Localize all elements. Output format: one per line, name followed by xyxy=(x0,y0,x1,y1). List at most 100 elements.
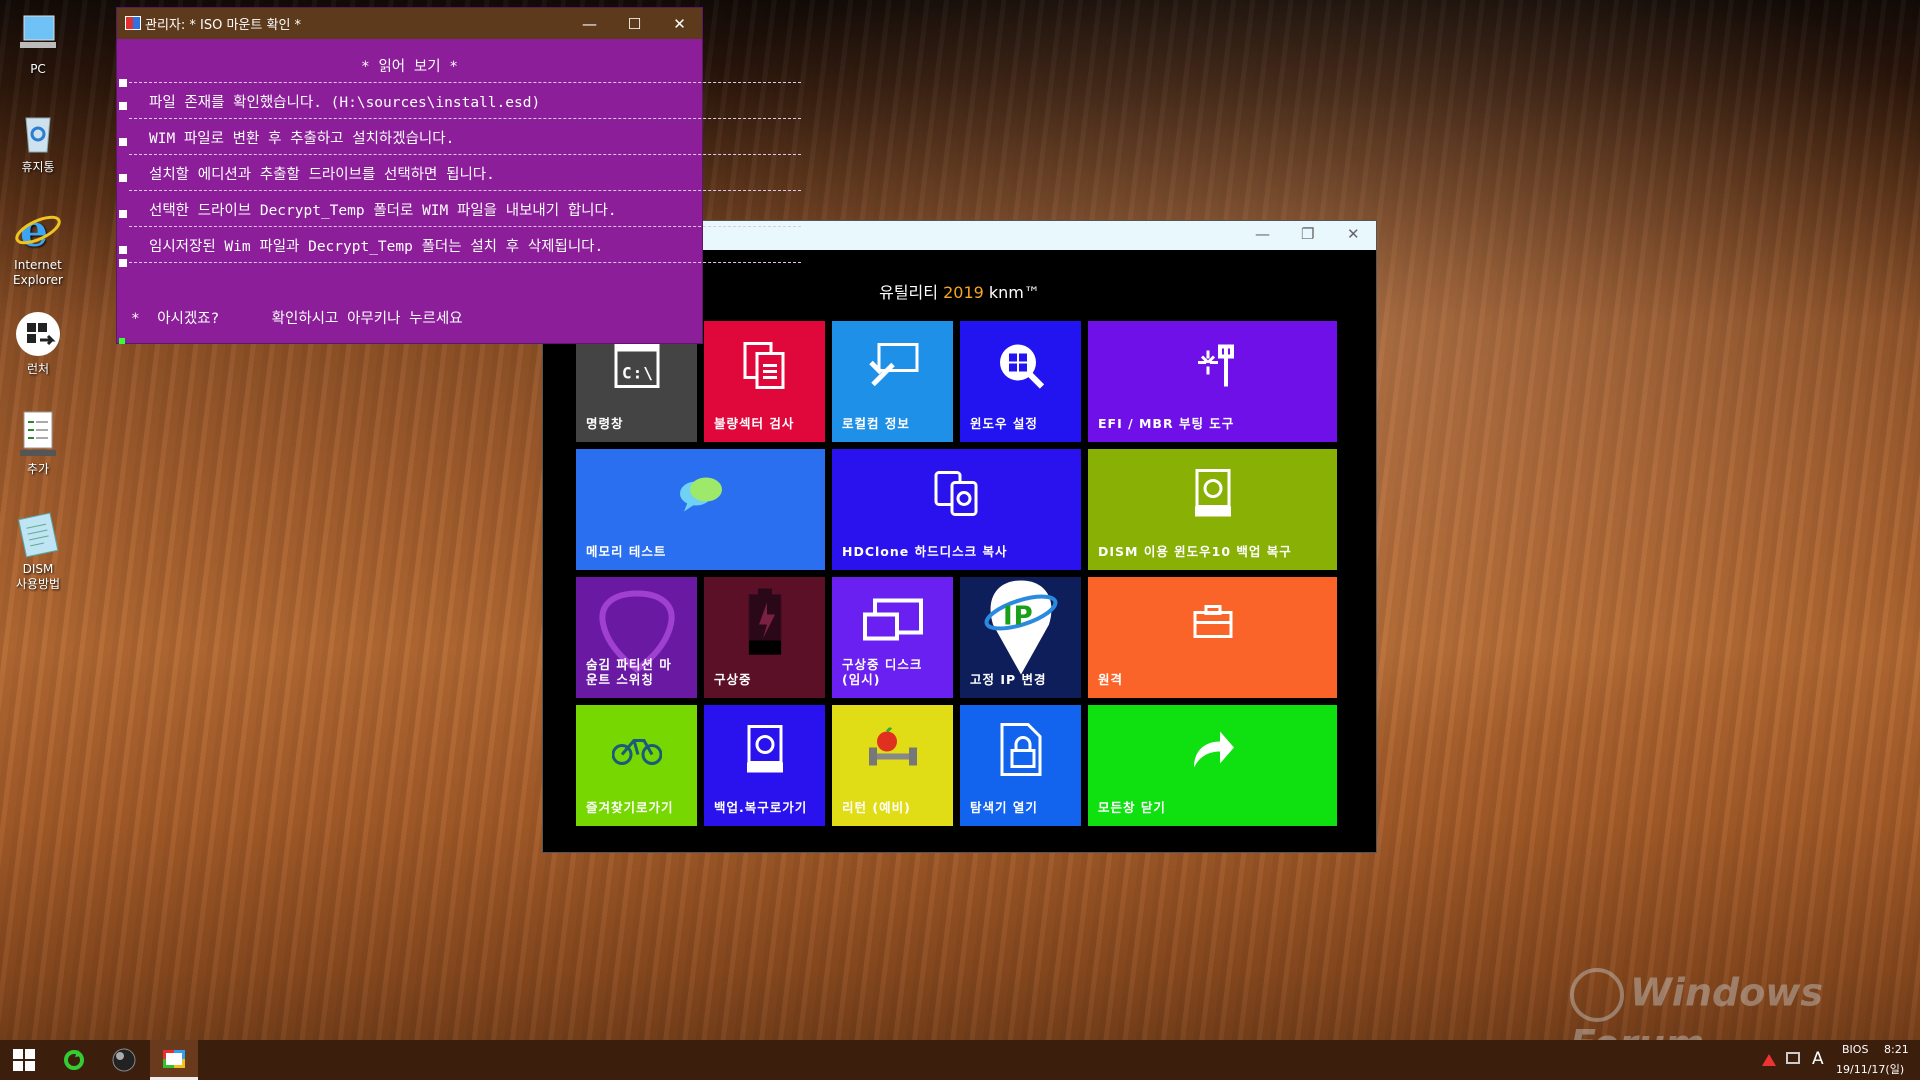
desktop-icon-label: Internet Explorer xyxy=(13,258,63,287)
tile-label: 원격 xyxy=(1098,672,1124,687)
tile-label: 리턴 (예비) xyxy=(842,800,911,815)
svg-text:e: e xyxy=(20,206,48,254)
separator xyxy=(129,118,801,119)
cmd-line: 선택한 드라이브 Decrypt_Temp 폴더로 WIM 파일을 내보내기 합… xyxy=(149,203,617,219)
tile-bicycle[interactable]: 즐겨찾기로가기 xyxy=(576,705,697,826)
close-button[interactable]: ✕ xyxy=(1347,225,1360,243)
tile-label: 불량섹터 검사 xyxy=(714,416,795,431)
tray-network-icon[interactable] xyxy=(1762,1052,1776,1066)
tile-backup-drive[interactable]: DISM 이용 윈도우10 백업 복구 xyxy=(1088,449,1337,570)
tile-label: 백업.복구로가기 xyxy=(714,800,808,815)
tile-label: HDClone 하드디스크 복사 xyxy=(842,544,1008,559)
taskbar: A BIOS 8:21 19/11/17(일) xyxy=(0,1040,1920,1080)
windows-search-icon xyxy=(996,340,1046,393)
desktop-icon-label: 런처 xyxy=(26,362,50,376)
tile-label: 메모리 테스트 xyxy=(586,544,667,559)
cmd-line: WIM 파일로 변환 후 추출하고 설치하겠습니다. xyxy=(149,131,455,147)
tile-tools-monitor[interactable]: 로컬컴 정보 xyxy=(832,321,953,442)
minimize-button[interactable]: — xyxy=(567,15,612,33)
svg-text:IP: IP xyxy=(1003,601,1034,631)
disk-copy-icon xyxy=(932,468,982,521)
cmd-titlebar[interactable]: 관리자: * ISO 마운트 확인 * — ☐ ✕ xyxy=(117,8,702,39)
tile-battery[interactable]: 구상중 xyxy=(704,577,825,698)
tile-dumbbell-apple[interactable]: 리턴 (예비) xyxy=(832,705,953,826)
chat-bubbles-icon xyxy=(676,473,726,516)
desktop-icon-dism[interactable]: DISM 사용방법 xyxy=(4,510,72,592)
minimize-button[interactable]: — xyxy=(1255,225,1270,243)
tile-label: 구상중 디스크 (임시) xyxy=(842,657,923,687)
cmd-heading: * 읽어 보기 * xyxy=(360,59,458,75)
bullet xyxy=(119,246,127,254)
tile-cast-screen[interactable]: 구상중 디스크 (임시) xyxy=(832,577,953,698)
launcher-icon xyxy=(14,310,62,358)
internet-explorer-icon: e xyxy=(14,206,62,257)
separator xyxy=(129,190,801,191)
tray-display-icon[interactable] xyxy=(1786,1052,1800,1064)
desktop-icon-add[interactable]: 추가 xyxy=(4,410,72,477)
tile-label: 고정 IP 변경 xyxy=(970,672,1047,687)
tile-label: 숨김 파티션 마 운트 스위칭 xyxy=(586,657,672,687)
desktop-icon-label: 휴지통 xyxy=(21,160,55,174)
orb-icon[interactable] xyxy=(100,1040,148,1080)
bullet xyxy=(119,174,127,182)
tile-documents[interactable]: 불량섹터 검사 xyxy=(704,321,825,442)
restore-button[interactable]: ❐ xyxy=(1301,225,1314,243)
close-button[interactable]: ✕ xyxy=(657,15,702,33)
command-prompt-icon: C:\ xyxy=(614,342,660,391)
clock-date[interactable]: 19/11/17(일) xyxy=(1836,1061,1904,1077)
cmd-prompt: * 아시겠죠? 확인하시고 아무키나 누르세요 xyxy=(131,311,463,327)
notepad-icon xyxy=(14,510,62,558)
toolbox-icon xyxy=(1193,604,1233,641)
tile-chat-bubbles[interactable]: 메모리 테스트 xyxy=(576,449,825,570)
tile-label: 즐겨찾기로가기 xyxy=(586,800,674,815)
tools-monitor-icon xyxy=(867,342,919,391)
refresh-icon[interactable] xyxy=(50,1040,98,1080)
battery-icon xyxy=(745,586,785,659)
tile-ip-pin[interactable]: IP 고정 IP 변경 xyxy=(960,577,1081,698)
tile-label: 모든창 닫기 xyxy=(1098,800,1166,815)
tile-toolbox[interactable]: 원격 xyxy=(1088,577,1337,698)
ime-indicator[interactable]: A xyxy=(1812,1049,1824,1069)
separator xyxy=(129,154,801,155)
recycle-bin-icon xyxy=(14,108,62,156)
bullet xyxy=(119,210,127,218)
tile-label: 윈도우 설정 xyxy=(970,416,1038,431)
desktop-icon-internet-explorer[interactable]: e Internet Explorer xyxy=(4,206,72,288)
clock-time[interactable]: 8:21 xyxy=(1884,1043,1909,1056)
tile-share-arrow[interactable]: 모든창 닫기 xyxy=(1088,705,1337,826)
dumbbell-apple-icon xyxy=(867,726,919,774)
tile-label: 탐색기 열기 xyxy=(970,800,1038,815)
add-document-icon xyxy=(14,410,62,458)
desktop-icon-launcher[interactable]: 런처 xyxy=(4,310,72,377)
tile-windows-search[interactable]: 윈도우 설정 xyxy=(960,321,1081,442)
svg-text:C:\: C:\ xyxy=(622,363,654,382)
cmd-title: 관리자: * ISO 마운트 확인 * xyxy=(145,18,302,33)
desktop-icon-label: DISM 사용방법 xyxy=(15,562,61,591)
cursor xyxy=(119,338,125,344)
bullet xyxy=(119,138,127,146)
bios-label: BIOS xyxy=(1842,1043,1869,1056)
cmd-app-icon xyxy=(125,16,141,30)
cmd-line: 설치할 에디션과 추출할 드라이브를 선택하면 됩니다. xyxy=(149,167,495,183)
separator xyxy=(129,82,801,83)
tile-guitar-pick[interactable]: 숨김 파티션 마 운트 스위칭 xyxy=(576,577,697,698)
desktop-icon-label: PC xyxy=(30,62,46,76)
tile-label: 구상중 xyxy=(714,672,752,687)
cast-screen-icon xyxy=(861,596,925,649)
tile-label: EFI / MBR 부팅 도구 xyxy=(1098,416,1235,431)
tile-label: 로컬컴 정보 xyxy=(842,416,910,431)
tile-label: DISM 이용 윈도우10 백업 복구 xyxy=(1098,544,1292,559)
admin-window-icon[interactable] xyxy=(150,1040,198,1080)
maximize-button[interactable]: ☐ xyxy=(612,15,657,33)
cmd-line: 파일 존재를 확인했습니다. (H:\sources\install.esd) xyxy=(149,95,541,111)
wrench-spark-icon xyxy=(1188,340,1238,393)
start-icon[interactable] xyxy=(0,1040,48,1080)
separator xyxy=(129,226,801,227)
tile-wrench-spark[interactable]: EFI / MBR 부팅 도구 xyxy=(1088,321,1337,442)
desktop-icon-recycle-bin[interactable]: 휴지통 xyxy=(4,108,72,175)
desktop-icon-pc[interactable]: PC xyxy=(4,10,72,77)
lock-file-icon xyxy=(998,722,1044,779)
tile-restore-drive[interactable]: 백업.복구로가기 xyxy=(704,705,825,826)
tile-lock-file[interactable]: 탐색기 열기 xyxy=(960,705,1081,826)
tile-disk-copy[interactable]: HDClone 하드디스크 복사 xyxy=(832,449,1081,570)
